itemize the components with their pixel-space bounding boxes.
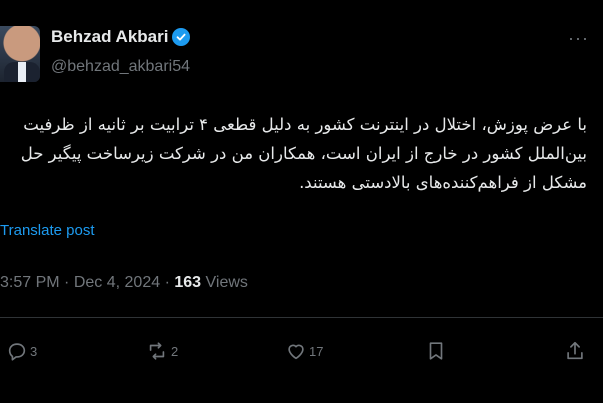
bookmark-icon	[425, 340, 447, 362]
repost-button[interactable]: 2	[145, 340, 178, 362]
like-count: 17	[309, 343, 324, 359]
avatar-shirt	[18, 62, 26, 82]
repost-count: 2	[171, 343, 179, 359]
like-button[interactable]: 17	[285, 340, 323, 362]
reply-button[interactable]: 3	[6, 340, 37, 362]
author-handle[interactable]: @behzad_akbari54	[51, 58, 190, 76]
avatar[interactable]	[0, 26, 40, 82]
tweet-line: با عرض پوزش، اختلال در اینترنت کشور به د…	[23, 115, 587, 134]
heart-icon	[285, 340, 307, 362]
views-count: 163	[174, 274, 202, 291]
divider	[0, 317, 603, 318]
reply-count: 3	[30, 343, 38, 359]
reply-icon	[6, 340, 28, 362]
bookmark-button[interactable]	[425, 340, 447, 362]
author-name-row: Behzad Akbari	[51, 27, 191, 47]
meta-separator: ·	[64, 274, 70, 291]
tweet-line: بین‌الملل کشور در خارج از ایران است، همک…	[20, 144, 587, 163]
tweet-line: مشکل از فراهم‌کننده‌های بالادستی هستند.	[299, 173, 587, 192]
verified-badge-icon	[172, 28, 191, 46]
tweet-meta: 3:57 PM · Dec 4, 2024 · 163 Views	[0, 274, 248, 292]
meta-separator: ·	[164, 274, 170, 291]
action-bar: 3 2 17	[0, 340, 603, 370]
more-options-icon[interactable]: ···	[568, 29, 589, 47]
post-date[interactable]: Dec 4, 2024	[74, 274, 160, 291]
author-name[interactable]: Behzad Akbari	[51, 27, 168, 47]
tweet-text: با عرض پوزش، اختلال در اینترنت کشور به د…	[2, 110, 587, 197]
share-icon	[564, 340, 586, 362]
post-time[interactable]: 3:57 PM	[0, 274, 60, 291]
views-label: Views	[205, 274, 248, 291]
repost-icon	[145, 340, 169, 362]
translate-post-link[interactable]: Translate post	[0, 222, 95, 239]
share-button[interactable]	[564, 340, 586, 362]
